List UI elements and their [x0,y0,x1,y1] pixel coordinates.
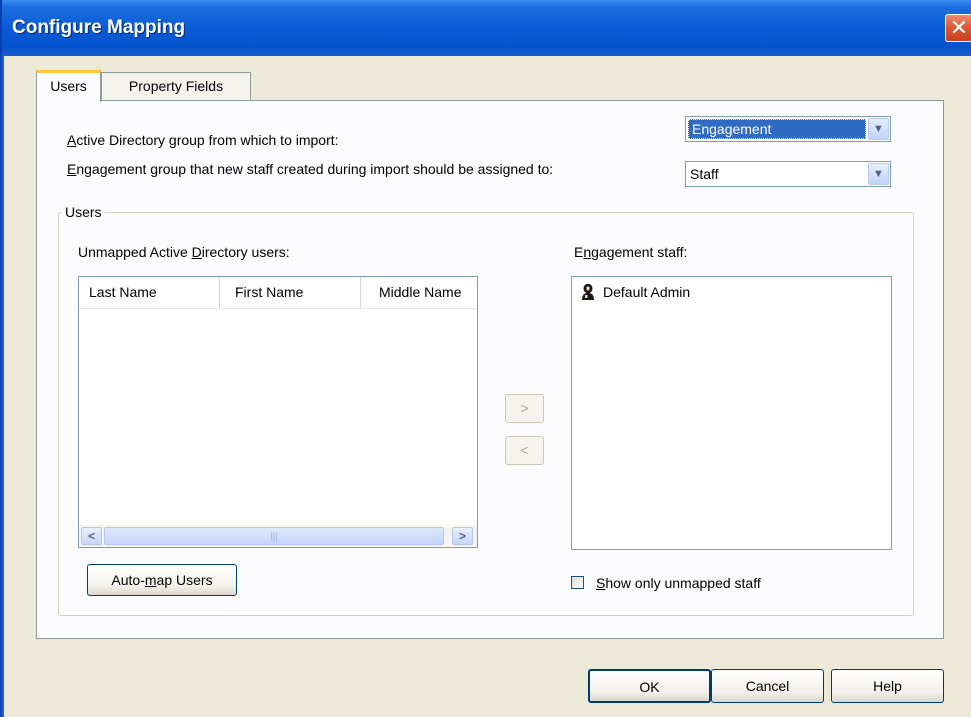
scroll-left-icon[interactable]: < [81,527,102,545]
list-header: Last Name First Name Middle Name [79,277,477,309]
close-icon: ✕ [949,15,969,40]
cancel-button[interactable]: Cancel [711,669,824,703]
ad-group-value: Engagement [688,119,866,139]
engagement-staff-label: Engagement staff: [574,244,688,260]
title-bar[interactable]: Configure Mapping ✕ [0,0,971,56]
scroll-thumb[interactable]: ||| [104,527,444,545]
unmapped-users-list[interactable]: Last Name First Name Middle Name < ||| > [78,276,478,548]
show-unmapped-checkbox[interactable] [571,576,584,589]
ok-button[interactable]: OK [588,669,711,703]
auto-map-users-button[interactable]: Auto-map Users [87,564,237,596]
show-unmapped-label[interactable]: Show only unmapped staff [596,575,761,591]
close-button[interactable]: ✕ [945,14,971,42]
scroll-right-icon[interactable]: > [452,527,473,545]
column-header-last-name[interactable]: Last Name [79,277,220,308]
move-left-button[interactable]: < [505,436,544,465]
unmapped-users-label: Unmapped Active Directory users: [78,244,290,260]
horizontal-scrollbar[interactable]: < ||| > [79,525,477,547]
window-title: Configure Mapping [12,17,186,38]
column-header-middle-name[interactable]: Middle Name [369,277,477,308]
ad-group-label: Active Directory group from which to imp… [67,132,339,148]
list-item[interactable]: Default Admin [580,283,690,300]
ad-group-select[interactable]: Engagement ▼ [685,116,891,142]
help-button[interactable]: Help [831,669,944,703]
admin-user-icon [582,283,594,300]
tab-property-fields[interactable]: Property Fields [101,72,251,101]
move-right-button[interactable]: > [505,394,544,423]
engagement-group-select[interactable]: Staff ▼ [685,161,891,187]
staff-name: Default Admin [603,284,691,300]
users-groupbox-title: Users [62,204,105,220]
engagement-group-label: Engagement group that new staff created … [67,161,554,177]
column-header-first-name[interactable]: First Name [225,277,361,308]
window-border [0,56,4,717]
chevron-down-icon[interactable]: ▼ [868,118,889,140]
engagement-staff-list[interactable]: Default Admin [571,276,892,550]
tab-users[interactable]: Users [36,70,101,102]
chevron-down-icon[interactable]: ▼ [868,163,889,185]
engagement-group-value: Staff [690,166,719,182]
